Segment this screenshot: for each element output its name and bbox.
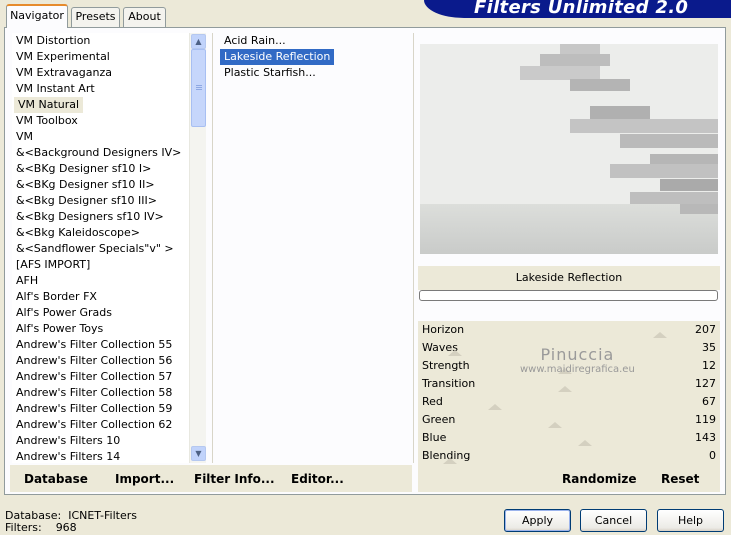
param-value: 127 (695, 377, 716, 390)
slider-handle[interactable] (443, 458, 457, 464)
tab-presets[interactable]: Presets (71, 7, 120, 27)
app-title: Filters Unlimited 2.0 (474, 0, 689, 18)
category-item[interactable]: &<Bkg Designers sf10 IV> (12, 209, 190, 225)
category-item[interactable]: Andrew's Filter Collection 56 (12, 353, 190, 369)
database-value: ICNET-Filters (68, 509, 137, 522)
filter-list[interactable]: Acid Rain... Lakeside Reflection Plastic S… (220, 33, 410, 93)
param-slider[interactable]: Red 67 (418, 393, 720, 411)
cancel-button[interactable]: Cancel (580, 509, 647, 532)
selected-category-label[interactable]: VM Natural (14, 97, 84, 113)
category-item[interactable]: &<Bkg Kaleidoscope> (12, 225, 190, 241)
category-item[interactable]: VM Distortion (12, 33, 190, 49)
param-value: 12 (702, 359, 716, 372)
param-slider[interactable]: Blending 0 (418, 447, 720, 465)
param-value: 143 (695, 431, 716, 444)
category-item[interactable]: Andrew's Filter Collection 57 (12, 369, 190, 385)
param-name: Transition (422, 377, 476, 390)
param-slider[interactable]: Horizon 207 (418, 321, 720, 339)
slider-handle[interactable] (488, 404, 502, 410)
category-item[interactable]: &<BKg Designer sf10 I> (12, 161, 190, 177)
database-button[interactable]: Database (24, 472, 88, 486)
category-item[interactable]: Andrew's Filter Collection 55 (12, 337, 190, 353)
filter-item-label[interactable]: Plastic Starfish... (220, 65, 316, 81)
preview-image (420, 44, 718, 254)
app-banner: Filters Unlimited 2.0 (424, 0, 731, 18)
randomize-button[interactable]: Randomize (562, 472, 636, 486)
category-item[interactable]: &<BKg Designer sf10 II> (12, 177, 190, 193)
category-item[interactable]: &<Sandflower Specials"v" > (12, 241, 190, 257)
category-item[interactable]: VM Natural (12, 97, 190, 113)
param-slider[interactable]: Blue 143 (418, 429, 720, 447)
param-value: 207 (695, 323, 716, 336)
help-button[interactable]: Help (657, 509, 724, 532)
divider (212, 33, 213, 463)
category-item[interactable]: Andrew's Filter Collection 59 (12, 401, 190, 417)
slider-handle[interactable] (653, 332, 667, 338)
param-value: 35 (702, 341, 716, 354)
tab-about[interactable]: About (123, 7, 166, 27)
category-item[interactable]: Alf's Border FX (12, 289, 190, 305)
divider (413, 33, 414, 463)
category-item[interactable]: AFH (12, 273, 190, 289)
slider-handle[interactable] (448, 350, 462, 356)
filter-item[interactable]: Acid Rain... (220, 33, 410, 49)
filter-item[interactable]: Lakeside Reflection (220, 49, 410, 65)
category-item[interactable]: Alf's Power Toys (12, 321, 190, 337)
tab-navigator[interactable]: Navigator (6, 4, 68, 28)
scroll-down-button[interactable]: ▼ (191, 446, 206, 461)
category-item[interactable]: VM (12, 129, 190, 145)
filter-item[interactable]: Plastic Starfish... (220, 65, 410, 81)
filters-count: 968 (55, 521, 77, 534)
param-value: 119 (695, 413, 716, 426)
apply-button[interactable]: Apply (504, 509, 571, 532)
filter-info-button[interactable]: Filter Info... (194, 472, 275, 486)
slider-handle[interactable] (548, 422, 562, 428)
param-name: Blue (422, 431, 447, 444)
category-item[interactable]: VM Extravaganza (12, 65, 190, 81)
slider-handle[interactable] (578, 440, 592, 446)
slider-handle[interactable] (558, 386, 572, 392)
category-item[interactable]: Andrew's Filter Collection 58 (12, 385, 190, 401)
param-value: 0 (709, 449, 716, 462)
category-item[interactable]: &<Bkg Designer sf10 III> (12, 193, 190, 209)
preview-label: Lakeside Reflection (418, 266, 720, 290)
parameter-toolbar: Randomize Reset (418, 465, 720, 492)
selected-filter-label[interactable]: Lakeside Reflection (220, 49, 335, 65)
category-item[interactable]: Andrew's Filter Collection 62 (12, 417, 190, 433)
progress-bar (419, 290, 718, 301)
editor-button[interactable]: Editor... (291, 472, 344, 486)
param-name: Strength (422, 359, 470, 372)
category-list[interactable]: VM Distortion VM Experimental VM Extravaga… (12, 33, 190, 463)
filter-item-label[interactable]: Acid Rain... (220, 33, 286, 49)
slider-handle[interactable] (558, 368, 572, 374)
param-slider[interactable]: Waves 35 (418, 339, 720, 357)
scroll-up-button[interactable]: ▲ (191, 34, 206, 49)
category-item[interactable]: &<Background Designers IV> (12, 145, 190, 161)
category-item[interactable]: [AFS IMPORT] (12, 257, 190, 273)
filters-info: Filters: 968 (5, 521, 77, 534)
param-value: 67 (702, 395, 716, 408)
category-item[interactable]: Alf's Power Grads (12, 305, 190, 321)
category-item[interactable]: VM Instant Art (12, 81, 190, 97)
scroll-thumb[interactable] (191, 49, 206, 127)
param-name: Green (422, 413, 456, 426)
navigator-toolbar: Database Import... Filter Info... Editor… (10, 465, 412, 492)
category-scrollbar[interactable]: ▲ ▼ (189, 33, 206, 463)
param-slider[interactable]: Strength 12 (418, 357, 720, 375)
category-item[interactable]: VM Toolbox (12, 113, 190, 129)
param-name: Horizon (422, 323, 465, 336)
param-name: Red (422, 395, 443, 408)
parameter-panel[interactable]: Horizon 207 Waves 35 Strength 12 Transition 127… (418, 321, 720, 465)
category-item[interactable]: VM Experimental (12, 49, 190, 65)
param-slider[interactable]: Transition 127 (418, 375, 720, 393)
reset-button[interactable]: Reset (661, 472, 699, 486)
category-item[interactable]: Andrew's Filters 10 (12, 433, 190, 449)
category-item[interactable]: Andrew's Filters 14 (12, 449, 190, 463)
import-button[interactable]: Import... (115, 472, 174, 486)
param-slider[interactable]: Green 119 (418, 411, 720, 429)
